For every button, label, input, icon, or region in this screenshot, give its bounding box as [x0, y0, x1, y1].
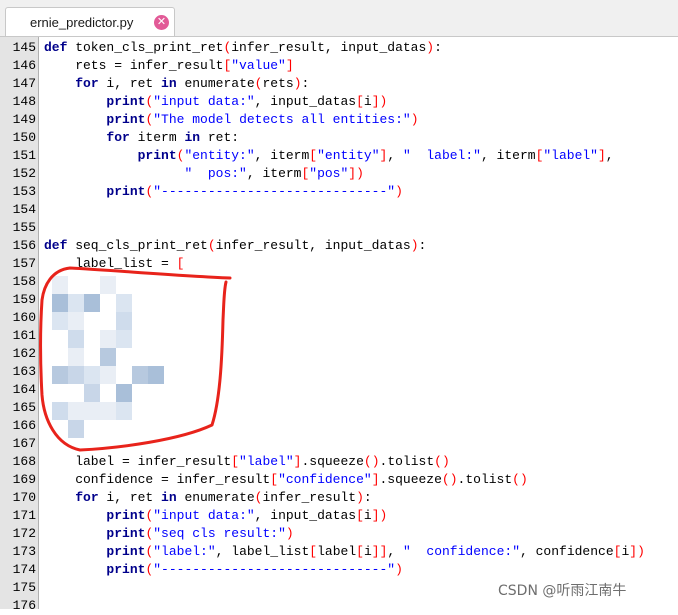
redaction-pixel	[68, 348, 84, 366]
redaction-pixel	[116, 384, 132, 402]
line-number: 145	[12, 40, 36, 55]
redaction-pixel	[100, 348, 116, 366]
line-number: 168	[12, 454, 36, 469]
line-number: 160	[12, 310, 36, 325]
line-number: 146	[12, 58, 36, 73]
code-line[interactable]: print("entity:", iterm["entity"], " labe…	[44, 147, 614, 165]
line-number: 148	[12, 94, 36, 109]
line-number: 162	[12, 346, 36, 361]
line-number: 176	[12, 598, 36, 613]
code-line[interactable]: for i, ret in enumerate(infer_result):	[44, 489, 372, 507]
redaction-pixel	[132, 366, 148, 384]
line-number: 170	[12, 490, 36, 505]
line-number: 158	[12, 274, 36, 289]
redaction-pixel	[68, 366, 84, 384]
redaction-pixel	[84, 294, 100, 312]
line-number-gutter: 145 146 147 148 149 150 151 152 153 154 155 156 157 1…	[0, 37, 39, 613]
code-line[interactable]: print("label:", label_list[label[i]], " …	[44, 543, 644, 561]
redaction-pixel	[52, 294, 68, 312]
tab-ernie-predictor[interactable]: ernie_predictor.py ✕	[5, 7, 175, 36]
code-line[interactable]: " pos:", iterm["pos"])	[44, 165, 363, 183]
csdn-watermark: CSDN @听雨江南牛	[498, 583, 627, 599]
line-number: 174	[12, 562, 36, 577]
line-number: 173	[12, 544, 36, 559]
redaction-pixel	[84, 402, 100, 420]
redaction-pixel	[116, 294, 132, 312]
redaction-pixel	[116, 312, 132, 330]
code-line[interactable]: print("-----------------------------")	[44, 183, 402, 201]
code-line[interactable]: for iterm in ret:	[44, 129, 239, 147]
line-number: 161	[12, 328, 36, 343]
line-number: 171	[12, 508, 36, 523]
line-number: 167	[12, 436, 36, 451]
redaction-pixel	[84, 384, 100, 402]
close-icon[interactable]: ✕	[154, 15, 169, 30]
code-line[interactable]: print("input data:", input_datas[i])	[44, 507, 387, 525]
line-number: 165	[12, 400, 36, 415]
line-number: 155	[12, 220, 36, 235]
code-line[interactable]: def token_cls_print_ret(infer_result, in…	[44, 39, 442, 57]
redaction-pixel	[100, 330, 116, 348]
line-number: 153	[12, 184, 36, 199]
line-number: 172	[12, 526, 36, 541]
line-number: 150	[12, 130, 36, 145]
code-line[interactable]: print("The model detects all entities:")	[44, 111, 418, 129]
redaction-pixel	[100, 366, 116, 384]
code-line[interactable]: for i, ret in enumerate(rets):	[44, 75, 309, 93]
line-number: 163	[12, 364, 36, 379]
redaction-pixel	[84, 366, 100, 384]
redaction-pixel	[68, 420, 84, 438]
redaction-pixel	[68, 294, 84, 312]
redaction-pixel	[68, 330, 84, 348]
line-number: 149	[12, 112, 36, 127]
line-number: 164	[12, 382, 36, 397]
pixelated-redaction	[44, 272, 174, 450]
code-line[interactable]: rets = infer_result["value"]	[44, 57, 293, 75]
line-number: 147	[12, 76, 36, 91]
editor-tab-bar: ernie_predictor.py ✕	[0, 0, 678, 37]
code-line[interactable]: print("-----------------------------")	[44, 561, 402, 579]
line-number: 169	[12, 472, 36, 487]
redaction-pixel	[52, 276, 68, 294]
code-line[interactable]: print("seq cls result:")	[44, 525, 293, 543]
redaction-pixel	[148, 366, 164, 384]
tab-label: ernie_predictor.py	[30, 15, 134, 30]
redaction-pixel	[100, 276, 116, 294]
redaction-pixel	[68, 312, 84, 330]
line-number: 157	[12, 256, 36, 271]
code-line[interactable]: label_list = [	[44, 255, 184, 273]
line-number: 152	[12, 166, 36, 181]
redaction-pixel	[52, 312, 68, 330]
line-number: 166	[12, 418, 36, 433]
redaction-pixel	[116, 402, 132, 420]
line-number: 154	[12, 202, 36, 217]
redaction-pixel	[100, 402, 116, 420]
line-number: 175	[12, 580, 36, 595]
code-line[interactable]: print("input data:", input_datas[i])	[44, 93, 387, 111]
redaction-pixel	[116, 330, 132, 348]
code-line[interactable]: def seq_cls_print_ret(infer_result, inpu…	[44, 237, 426, 255]
redaction-pixel	[52, 366, 68, 384]
redaction-pixel	[52, 402, 68, 420]
line-number: 156	[12, 238, 36, 253]
line-number: 151	[12, 148, 36, 163]
redaction-pixel	[68, 402, 84, 420]
line-number: 159	[12, 292, 36, 307]
code-line[interactable]: label = infer_result["label"].squeeze().…	[44, 453, 450, 471]
code-line[interactable]: confidence = infer_result["confidence"].…	[44, 471, 528, 489]
